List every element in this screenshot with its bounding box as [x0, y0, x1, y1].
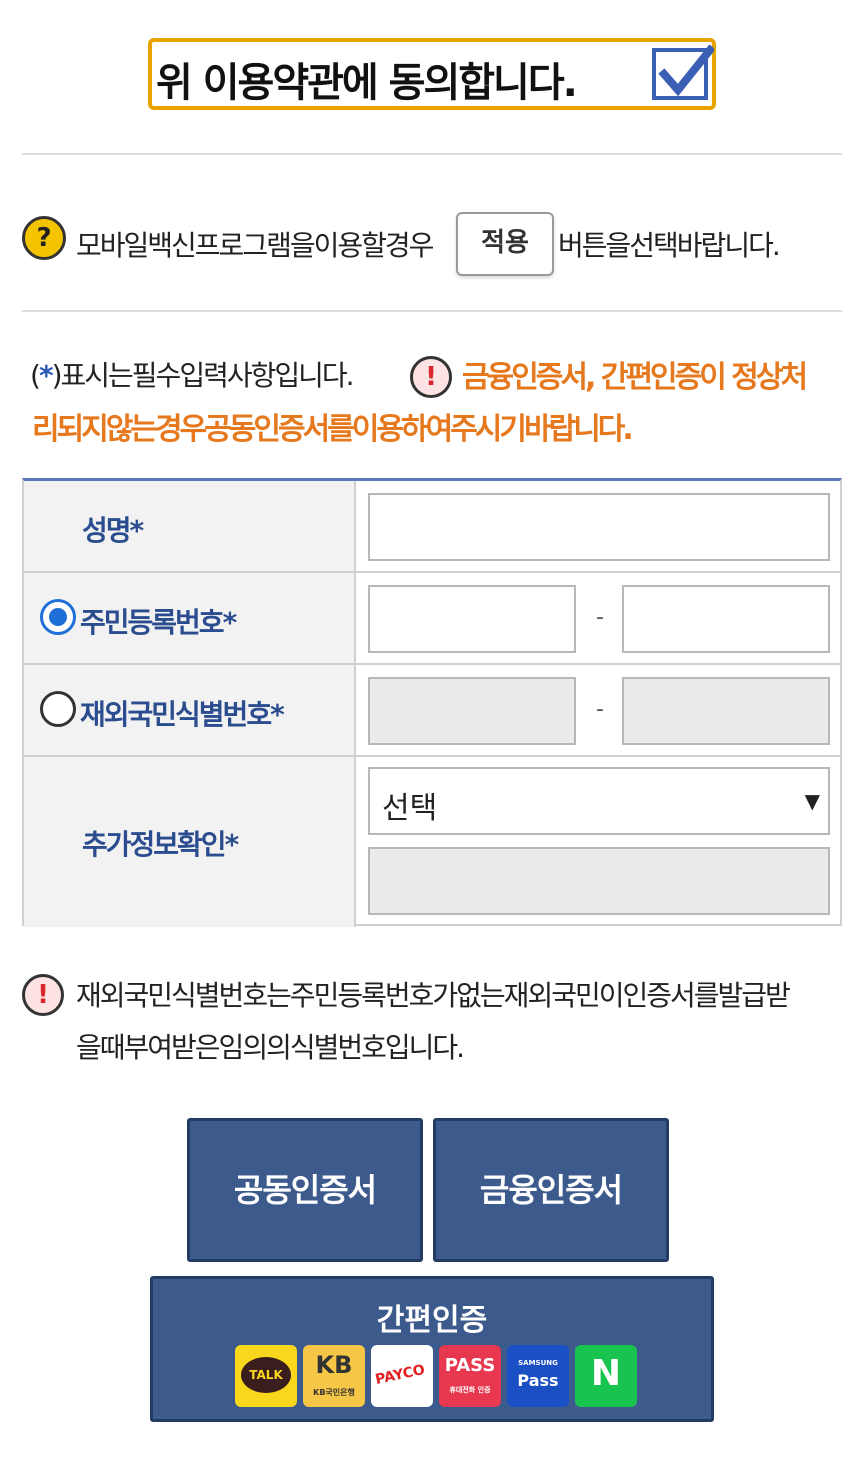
resident-number-dash: - — [596, 605, 604, 630]
payco-icon: PAYCO — [371, 1345, 433, 1407]
form-row-name: 성명* — [24, 481, 840, 573]
extra-info-label: 추가정보확인* — [82, 828, 239, 861]
foreign-id-back-input[interactable] — [622, 677, 830, 745]
vaccine-notice-text-after: 버튼을선택바랍니다. — [558, 229, 781, 262]
simple-auth-button[interactable]: 간편인증 TALK KB KB국민은행 PAYCO PASS 휴대전화 인증 S… — [150, 1276, 714, 1422]
warning-icon: ! — [22, 974, 64, 1016]
terms-agree-checkbox[interactable] — [652, 44, 714, 100]
divider — [22, 310, 842, 312]
form-row-extra-info: 추가정보확인* 선택 ▼ — [24, 757, 840, 927]
label-cell: 주민등록번호* — [24, 573, 356, 663]
resident-number-radio[interactable] — [40, 599, 76, 635]
kakao-talk-icon: TALK — [235, 1345, 297, 1407]
kb-bank-icon: KB KB국민은행 — [303, 1345, 365, 1407]
joint-certificate-button[interactable]: 공동인증서 — [187, 1118, 423, 1262]
pass-icon: PASS 휴대전화 인증 — [439, 1345, 501, 1407]
required-note-open: ( — [30, 359, 41, 392]
foreign-id-note-line-1: 재외국민식별번호는주민등록번호가없는재외국민이인증서를발급받 — [76, 979, 791, 1012]
samsung-pass-icon: SAMSUNG Pass — [507, 1345, 569, 1407]
required-note-text: )표시는필수입력사항입니다. — [51, 359, 355, 392]
extra-info-select-value: 선택 — [382, 791, 438, 826]
name-input[interactable] — [368, 493, 830, 561]
help-icon: ? — [22, 216, 66, 260]
resident-number-label: 주민등록번호* — [80, 606, 237, 639]
foreign-id-radio[interactable] — [40, 691, 76, 727]
required-fields-note: (*)표시는필수입력사항입니다. — [30, 354, 355, 394]
apply-vaccine-button[interactable]: 적용 — [456, 212, 554, 276]
required-star: * — [38, 359, 54, 392]
foreign-id-label: 재외국민식별번호* — [80, 698, 285, 731]
label-cell: 재외국민식별번호* — [24, 665, 356, 755]
form-row-foreign-id: 재외국민식별번호* - — [24, 665, 840, 757]
label-cell: 성명* — [24, 481, 356, 571]
divider — [22, 153, 842, 155]
dropdown-arrow-icon: ▼ — [804, 789, 820, 813]
label-cell: 추가정보확인* — [24, 757, 356, 927]
cert-warning-line-1: 금융인증서, 간편인증이 정상처 — [462, 360, 808, 395]
terms-agree-label: 위 이용약관에 동의합니다. — [156, 60, 578, 106]
simple-auth-logos: TALK KB KB국민은행 PAYCO PASS 휴대전화 인증 SAMSUN… — [235, 1345, 645, 1407]
foreign-id-dash: - — [596, 697, 604, 722]
resident-number-back-input[interactable] — [622, 585, 830, 653]
vaccine-notice: ? 모바일백신프로그램을이용할경우 적용 버튼을선택바랍니다. — [22, 212, 842, 276]
name-label: 성명* — [82, 514, 144, 547]
extra-info-input[interactable] — [368, 847, 830, 915]
vaccine-notice-text-before: 모바일백신프로그램을이용할경우 — [76, 229, 434, 262]
extra-info-select[interactable]: 선택 ▼ — [368, 767, 830, 835]
form-row-resident-number: 주민등록번호* - — [24, 573, 840, 665]
foreign-id-note-line-2: 을때부여받은임의의식별번호입니다. — [76, 1031, 465, 1064]
cert-warning-line-2: 리되지않는경우공동인증서를이용하여주시기바랍니다. — [32, 412, 634, 447]
terms-agree-box[interactable]: 위 이용약관에 동의합니다. — [148, 38, 716, 110]
identity-form: 성명* 주민등록번호* - 재외국민식별번호* - 추가정보확인* 선택 ▼ — [22, 478, 842, 927]
naver-icon: N — [575, 1345, 637, 1407]
resident-number-front-input[interactable] — [368, 585, 576, 653]
foreign-id-front-input[interactable] — [368, 677, 576, 745]
financial-certificate-button[interactable]: 금융인증서 — [433, 1118, 669, 1262]
warning-icon: ! — [410, 356, 452, 398]
checkmark-icon — [658, 44, 714, 97]
simple-auth-title: 간편인증 — [376, 1303, 488, 1338]
